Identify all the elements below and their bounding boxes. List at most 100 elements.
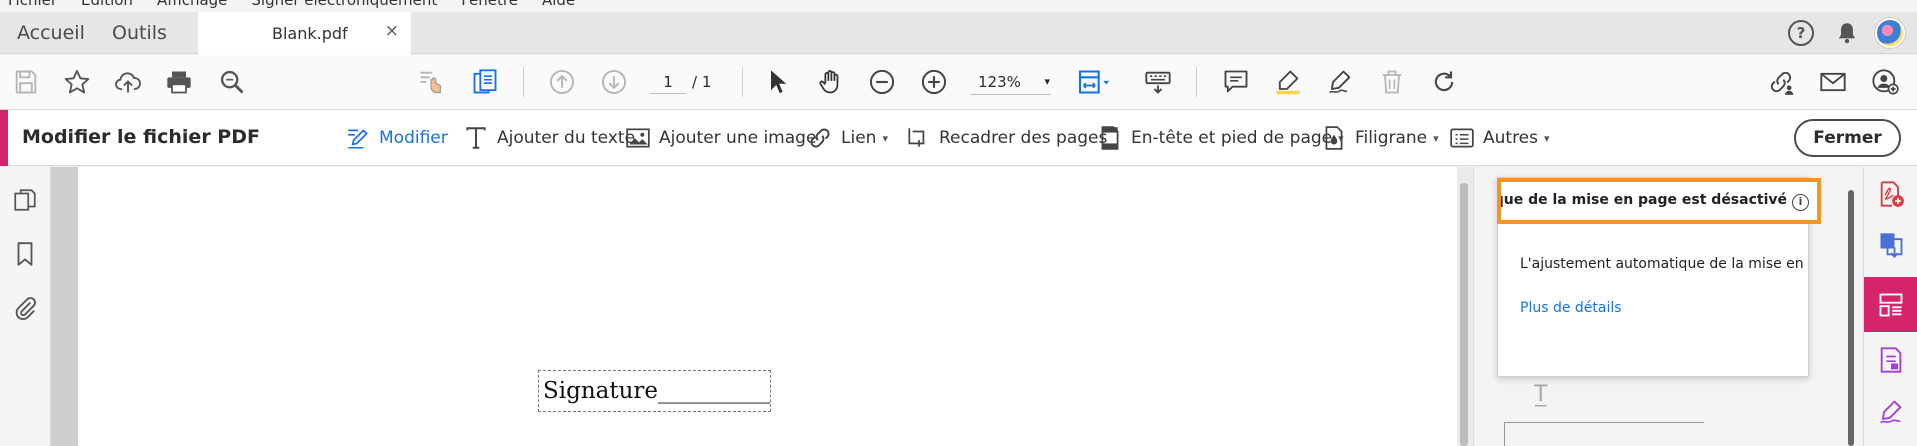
compare-tool-button[interactable] [416,67,446,97]
page-number-input[interactable]: 1 [650,70,686,94]
add-user-button[interactable] [1870,67,1900,97]
watermark-icon [1325,126,1343,150]
comment-icon [1224,70,1248,93]
modify-button[interactable]: Modifier [345,110,448,166]
watermark-label: Filigrane [1355,128,1428,148]
info-icon[interactable]: i [1792,194,1809,211]
favorite-button[interactable] [62,67,92,97]
edit-pencil-icon [348,129,368,149]
zoom-in-button[interactable] [919,67,949,97]
left-navigation-pane [0,167,51,446]
add-image-button[interactable]: Ajouter une image [625,110,816,166]
user-plus-icon [1872,69,1899,95]
next-page-button[interactable] [599,67,629,97]
account-avatar-button[interactable] [1875,18,1905,48]
menu-sign[interactable]: Signer électroniquement [251,0,437,9]
trash-icon [1382,70,1402,94]
tab-tools[interactable]: Outils [112,12,167,54]
arrow-down-circle-icon [601,69,627,95]
format-panel-scrollbar[interactable] [1848,190,1854,446]
redo-button[interactable] [1429,67,1459,97]
header-footer-label: En-tête et pied de page [1131,128,1333,148]
more-button[interactable]: Autres ▾ [1449,110,1550,166]
select-tool-button[interactable] [763,67,793,97]
previous-page-button[interactable] [547,67,577,97]
edit-mode-accent [0,110,8,166]
page-display-button[interactable] [470,67,500,97]
document-scrollbar[interactable] [1457,167,1473,446]
help-button[interactable]: ? [1788,20,1814,46]
bookmarks-button[interactable] [10,239,40,269]
notifications-button[interactable] [1834,20,1860,46]
auto-layout-popover: matique de la mise en page est désactivé… [1497,177,1821,377]
hand-tool-button[interactable] [815,67,845,97]
save-button[interactable] [11,67,41,97]
close-edit-button[interactable]: Fermer [1794,119,1901,157]
zoom-out-button[interactable] [867,67,897,97]
delete-button[interactable] [1377,67,1407,97]
chevron-down-icon: ▾ [1044,75,1050,88]
menu-view[interactable]: Affichage [157,0,227,9]
chevron-down-icon: ▾ [1544,131,1550,145]
tab-document[interactable]: Blank.pdf × [198,12,411,55]
upload-button[interactable] [113,67,143,97]
format-panel-box [1504,422,1704,446]
close-tab-icon[interactable]: × [385,21,399,41]
share-link-button[interactable] [1766,67,1796,97]
print-button[interactable] [164,67,194,97]
fill-form-tool[interactable] [1876,345,1906,375]
create-pdf-tool[interactable] [1876,179,1906,209]
highlight-button[interactable] [1273,67,1303,97]
menu-window[interactable]: Fenêtre [461,0,518,9]
save-icon [15,70,37,94]
menu-edit[interactable]: Edition [81,0,133,9]
link-button[interactable]: Lien ▾ [807,110,888,166]
minus-circle-icon [869,69,895,95]
add-text-button[interactable]: Ajouter du texte [463,110,635,166]
chevron-down-icon: ▾ [882,131,888,145]
right-tools-rail [1863,167,1917,446]
edit-pdf-title: Modifier le fichier PDF [22,126,260,148]
menu-file[interactable]: Fichier [8,0,57,9]
sign-button[interactable] [1325,67,1355,97]
edit-pdf-tool[interactable] [1876,290,1906,320]
page-thumbnails-button[interactable] [10,185,40,215]
add-text-label: Ajouter du texte [497,128,636,148]
keyboard-tool-button[interactable] [1143,67,1173,97]
watermark-button[interactable]: Filigrane ▾ [1321,110,1439,166]
avatar [1875,18,1905,48]
more-details-link[interactable]: Plus de détails [1520,300,1622,316]
crop-pages-label: Recadrer des pages [939,128,1108,148]
fit-page-button[interactable] [1074,67,1114,97]
find-button[interactable] [217,67,247,97]
email-button[interactable] [1818,67,1848,97]
link-person-icon [1770,71,1794,95]
highlighter-icon [1276,70,1300,95]
create-pdf-icon [1880,181,1904,207]
fill-sign-tool[interactable] [1876,397,1906,427]
popover-heading: matique de la mise en page est désactivé [1501,192,1787,208]
zoom-level-select[interactable]: 123% ▾ [970,69,1050,95]
signature-text-field[interactable]: Signature__________ [538,370,771,412]
layout-edit-icon [1879,293,1903,317]
header-footer-button[interactable]: En-tête et pied de page ▾ [1097,110,1344,166]
comment-button[interactable] [1221,67,1251,97]
toolbar-divider [523,67,524,97]
menu-help[interactable]: Aide [542,0,575,9]
export-pdf-tool[interactable] [1876,230,1906,260]
bell-icon [1838,23,1856,44]
bookmark-icon [17,242,33,266]
plus-circle-icon [921,69,947,95]
attachments-button[interactable] [10,293,40,323]
main-toolbar: 1 / 1 123% ▾ [0,55,1917,110]
pen-sign-icon [1329,70,1351,94]
envelope-icon [1820,72,1846,92]
link-icon [810,128,830,148]
printer-icon [167,71,191,94]
zoom-level-value: 123% [978,73,1021,91]
crop-pages-button[interactable]: Recadrer des pages [905,110,1107,166]
more-list-icon [1450,128,1474,148]
document-scrollbar-thumb[interactable] [1460,183,1468,446]
toolbar-divider [742,67,743,97]
tab-home[interactable]: Accueil [17,12,85,54]
